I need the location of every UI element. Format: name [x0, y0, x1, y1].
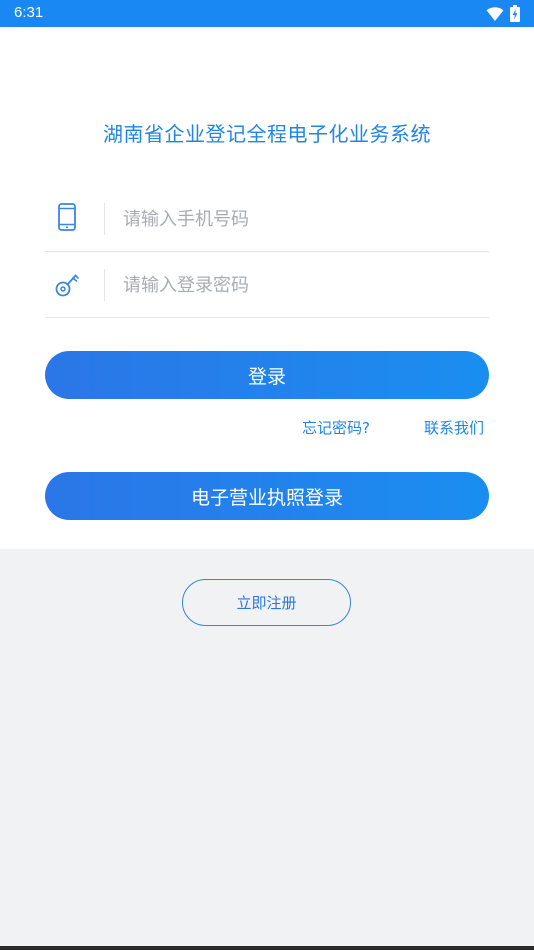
register-button[interactable]: 立即注册 — [182, 579, 351, 626]
app-title: 湖南省企业登记全程电子化业务系统 — [103, 122, 431, 146]
bottom-edge — [0, 946, 534, 950]
key-icon — [55, 274, 79, 297]
status-icons — [486, 5, 520, 22]
phone-input[interactable] — [123, 199, 483, 239]
contact-us-link[interactable]: 联系我们 — [424, 417, 484, 438]
phone-field-row — [45, 186, 489, 252]
password-input[interactable] — [123, 265, 483, 305]
status-bar: 6:31 — [0, 0, 534, 27]
forgot-password-link[interactable]: 忘记密码? — [302, 417, 370, 438]
login-panel: 湖南省企业登记全程电子化业务系统 登录 忘记密码? 联系我们 电子营业执照登录 — [0, 27, 534, 549]
business-license-login-button[interactable]: 电子营业执照登录 — [45, 472, 489, 520]
field-separator — [104, 269, 105, 301]
mobile-phone-icon — [58, 203, 76, 231]
login-button[interactable]: 登录 — [45, 351, 489, 399]
battery-charging-icon — [510, 5, 520, 22]
field-separator — [104, 203, 105, 235]
password-field-row — [45, 252, 489, 318]
status-time: 6:31 — [14, 4, 44, 21]
wifi-icon — [486, 6, 504, 21]
